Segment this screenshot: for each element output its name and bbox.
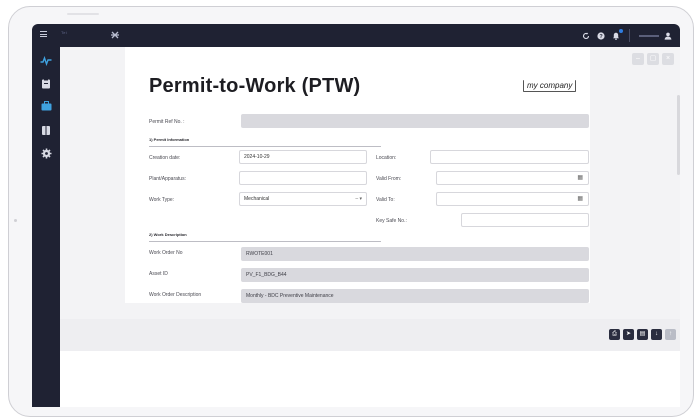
valid-to-label: Valid To: — [376, 197, 395, 203]
work-order-no-label: Work Order No — [149, 250, 183, 256]
pulse-icon[interactable] — [39, 55, 53, 67]
location-label: Location: — [376, 155, 397, 161]
tablet-home-button — [14, 219, 17, 222]
lower-area — [60, 351, 680, 407]
scrollbar[interactable] — [677, 95, 680, 175]
calendar-icon[interactable]: ▦ — [577, 193, 583, 205]
work-type-value: Mechanical — [244, 196, 270, 202]
maximize-icon[interactable]: ▢ — [647, 53, 659, 65]
key-safe-label: Key Safe No.: — [376, 218, 407, 224]
work-order-description-field: Monthly - BDC Preventive Maintenance — [241, 289, 589, 303]
section-permit-info-divider — [149, 146, 381, 147]
key-safe-field[interactable] — [461, 213, 589, 227]
upload-icon[interactable]: ↑ — [665, 329, 676, 340]
creation-date-field[interactable]: 2024-10-29 — [239, 150, 367, 164]
menu-icon[interactable] — [40, 31, 47, 37]
app-screen: Tei ? – ▢ × Permit-to-Work (PTW) my comp… — [32, 24, 680, 407]
asset-id-label: Asset ID — [149, 271, 168, 277]
briefcase-icon[interactable] — [39, 100, 53, 112]
app-switch-icon[interactable] — [109, 29, 121, 41]
section-permit-info: 1) Permit Information — [149, 137, 190, 142]
close-icon[interactable]: × — [662, 53, 674, 65]
valid-from-field[interactable]: ▦ — [436, 171, 589, 185]
action-bar — [60, 319, 680, 351]
ptw-form: Permit-to-Work (PTW) my company Permit R… — [125, 47, 590, 303]
topbar-actions: ? — [582, 28, 672, 43]
section-work-description: 2) Work Description — [149, 232, 187, 237]
chevron-down-icon: – ▾ — [355, 196, 362, 202]
asset-id-field: PV_F1_BDG_B44 — [241, 268, 589, 282]
main-content: – ▢ × Permit-to-Work (PTW) my company Pe… — [60, 47, 680, 407]
plant-apparatus-label: Plant/Apparatus: — [149, 176, 186, 182]
top-bar: Tei ? — [32, 24, 680, 47]
company-logo: my company — [523, 80, 577, 92]
brand-logo: Tei — [61, 30, 67, 35]
valid-from-label: Valid From: — [376, 176, 402, 182]
bell-icon[interactable] — [612, 28, 623, 40]
clipboard-icon[interactable] — [39, 77, 53, 89]
work-order-no-field: RWOTE001 — [241, 247, 589, 261]
creation-date-label: Creation date: — [149, 155, 181, 161]
section-work-description-divider — [149, 241, 381, 242]
brand-line1: Tei — [61, 30, 68, 35]
print-icon[interactable]: ⎙ — [609, 329, 620, 340]
window-controls: – ▢ × — [632, 53, 674, 65]
page-title: Permit-to-Work (PTW) — [149, 75, 361, 97]
work-order-description-label: Work Order Description — [149, 292, 202, 298]
download-icon[interactable]: ↓ — [651, 329, 662, 340]
user-menu[interactable] — [639, 32, 672, 40]
action-buttons: ⎙ ➤ ▤ ↓ ↑ — [609, 329, 676, 340]
permit-ref-label: Permit Ref No. : — [149, 119, 185, 125]
user-name-placeholder — [639, 34, 659, 37]
tablet-speaker — [67, 13, 99, 15]
calendar-icon[interactable]: ▦ — [577, 172, 583, 184]
user-icon[interactable] — [664, 32, 672, 40]
help-icon[interactable]: ? — [597, 31, 605, 40]
minimize-icon[interactable]: – — [632, 53, 644, 65]
location-field[interactable] — [430, 150, 589, 164]
document-icon[interactable]: ▤ — [637, 329, 648, 340]
valid-to-field[interactable]: ▦ — [436, 192, 589, 206]
send-icon[interactable]: ➤ — [623, 329, 634, 340]
book-icon[interactable] — [39, 124, 53, 136]
refresh-icon[interactable] — [582, 32, 590, 40]
topbar-separator — [629, 29, 630, 42]
work-type-label: Work Type: — [149, 197, 175, 203]
permit-ref-field — [241, 114, 589, 128]
plant-apparatus-field[interactable] — [239, 171, 367, 185]
sidebar — [32, 47, 60, 407]
gear-icon[interactable] — [39, 147, 53, 159]
notification-dot — [619, 28, 623, 33]
work-type-select[interactable]: Mechanical – ▾ — [239, 192, 367, 206]
